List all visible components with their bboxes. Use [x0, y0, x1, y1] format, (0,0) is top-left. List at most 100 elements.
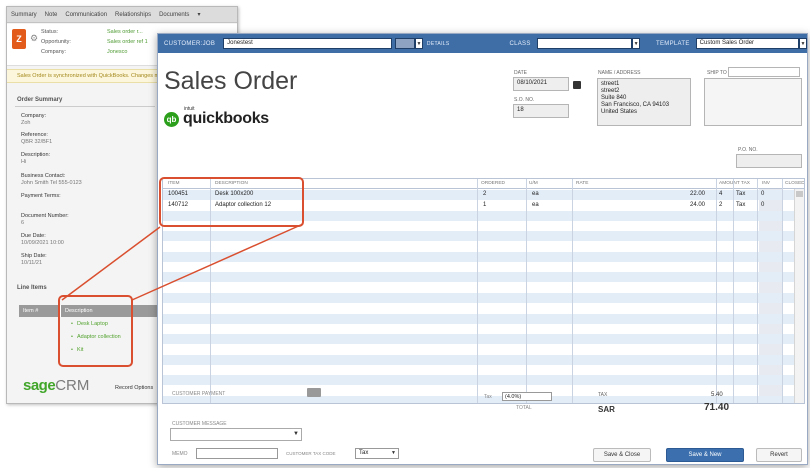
crm-summary-description-label: Description: — [21, 152, 51, 158]
qb-total-caption: TOTAL — [516, 405, 532, 411]
qb-col-um[interactable]: U/M — [529, 181, 538, 186]
qb-col-rate[interactable]: RATE — [576, 181, 588, 186]
crm-company-link[interactable]: Jonesco — [107, 49, 128, 55]
qb-name-address-label: NAME / ADDRESS — [598, 70, 641, 76]
crm-menu-more-icon[interactable]: ▾ — [197, 11, 200, 18]
chevron-down-icon[interactable]: ▼ — [414, 38, 423, 49]
qb-date-label: DATE — [514, 70, 527, 76]
crm-record-options-link[interactable]: Record Options — [115, 385, 153, 391]
qb-po-number-field[interactable] — [736, 154, 802, 168]
qb-grid-divider — [716, 179, 717, 403]
crm-opportunity-link[interactable]: Sales order ref 1 — [107, 39, 148, 45]
qb-customer-message-select[interactable]: ▼ — [170, 428, 302, 441]
gear-icon[interactable]: ⚙ — [30, 33, 38, 44]
qb-cell-count[interactable]: 2 — [719, 202, 722, 208]
qb-customer-job-select[interactable]: Jonestest — [223, 38, 393, 49]
qb-grid-row-stripe[interactable] — [163, 334, 804, 345]
qb-grid-row-stripe[interactable] — [163, 375, 804, 386]
crm-menu-communication[interactable]: Communication — [65, 12, 107, 18]
qb-total-currency: SAR — [598, 405, 615, 414]
qb-grid-row-stripe[interactable] — [163, 242, 804, 252]
crm-line-items-col-item[interactable]: Item # — [19, 305, 61, 317]
qb-tax-item-select[interactable]: (4.0%) — [502, 392, 552, 401]
calendar-icon[interactable] — [573, 81, 581, 89]
crm-summary-contact-label: Business Contact: — [21, 173, 66, 179]
qb-template-label: TEMPLATE — [656, 40, 690, 47]
qb-small-grey-button[interactable] — [307, 388, 321, 397]
save-close-button[interactable]: Save & Close — [593, 448, 651, 462]
quickbooks-sales-order-window: CUSTOMER:JOB Jonestest ▼ DETAILS CLASS ▼… — [157, 33, 808, 465]
crm-status-value: Sales order r... — [107, 29, 143, 35]
qb-grid-divider — [572, 179, 573, 403]
qb-grid-row-stripe[interactable] — [163, 324, 804, 334]
qb-col-amount[interactable]: AMOUNT — [719, 181, 740, 186]
crm-summary-contact-value: John Smith Tel 555-0123 — [21, 180, 82, 186]
qb-cell-tax[interactable]: Tax — [736, 191, 745, 197]
qb-ship-to-select[interactable] — [728, 67, 800, 77]
qb-cell-inv[interactable]: 0 — [761, 202, 764, 208]
qb-customer-lookup-button[interactable] — [395, 38, 415, 49]
chevron-down-icon[interactable]: ▼ — [293, 431, 299, 437]
qb-grid-row-stripe[interactable] — [163, 313, 804, 324]
qb-cell-ordered[interactable]: 2 — [483, 191, 486, 197]
crm-menu-relationships[interactable]: Relationships — [115, 12, 151, 18]
qb-memo-input[interactable] — [196, 448, 278, 459]
qb-cell-um[interactable]: ea — [532, 202, 539, 208]
crm-menu-note[interactable]: Note — [45, 12, 58, 18]
qb-grid-divider — [733, 179, 734, 403]
qb-cell-ordered[interactable]: 1 — [483, 202, 486, 208]
qb-name-address-field[interactable]: street1 street2 Suite 840 San Francisco,… — [597, 78, 691, 126]
qb-grid-row-stripe[interactable] — [163, 293, 804, 303]
revert-button[interactable]: Revert — [756, 448, 802, 462]
crm-summary-description-value: Hi — [21, 159, 27, 165]
qb-col-closed[interactable]: CLOSED — [785, 181, 804, 186]
crm-summary-shipdate-value: 10/11/21 — [21, 260, 43, 266]
qb-grid-row-stripe[interactable] — [163, 231, 804, 242]
qb-grid-row-stripe[interactable] — [163, 365, 804, 375]
qb-tax-code-select[interactable]: Tax ▼ — [355, 448, 399, 459]
qb-address-line: San Francisco, CA 94103 — [601, 102, 670, 108]
crm-opportunity-label: Opportunity: — [41, 39, 71, 45]
qb-grid-row-stripe[interactable] — [163, 354, 804, 365]
qb-cell-tax[interactable]: Tax — [736, 202, 745, 208]
qb-total-amount: 71.40 — [704, 402, 730, 413]
qb-grid-divider — [757, 179, 758, 403]
qb-cell-amount[interactable]: 24.00 — [690, 202, 705, 208]
qb-grid-scrollbar[interactable] — [794, 189, 804, 403]
qb-cell-inv[interactable]: 0 — [761, 191, 764, 197]
qb-cell-um[interactable]: ea — [532, 191, 539, 197]
crm-menubar: Summary Note Communication Relationships… — [7, 7, 237, 23]
qb-date-field[interactable]: 08/10/2021 — [513, 77, 569, 91]
chevron-down-icon[interactable]: ▼ — [799, 38, 807, 49]
crm-menu-summary[interactable]: Summary — [11, 12, 37, 18]
qb-grid-row-stripe[interactable] — [163, 303, 804, 313]
qb-grid-row-stripe[interactable] — [163, 262, 804, 272]
save-new-button[interactable]: Save & New — [666, 448, 744, 462]
crm-summary-company-value: Zoh — [21, 120, 31, 126]
qb-customer-message-label: CUSTOMER MESSAGE — [172, 421, 227, 427]
scrollbar-thumb[interactable] — [796, 191, 803, 197]
qb-address-line: United States — [601, 109, 638, 115]
chevron-down-icon[interactable]: ▼ — [632, 38, 641, 49]
qb-col-tax[interactable]: TAX — [741, 181, 750, 186]
qb-so-number-field[interactable]: 18 — [513, 104, 569, 118]
crm-menu-documents[interactable]: Documents — [159, 12, 189, 18]
qb-class-select[interactable] — [536, 38, 633, 49]
qb-tax-prefix-label: Tax — [484, 394, 492, 400]
qb-grid-row-stripe[interactable] — [163, 345, 804, 355]
qb-grid-row-stripe[interactable] — [163, 251, 804, 262]
crm-summary-title: Order Summary — [17, 97, 63, 103]
qb-ship-to-field[interactable] — [704, 78, 802, 126]
quickbooks-logo-icon: qb — [164, 111, 179, 127]
qb-col-inv[interactable]: INV — [762, 181, 770, 186]
qb-cell-count[interactable]: 4 — [719, 191, 722, 197]
qb-grid-row-stripe[interactable] — [163, 272, 804, 283]
crm-summary-shipdate-label: Ship Date: — [21, 253, 47, 259]
crm-summary-duedate-label: Due Date: — [21, 233, 46, 239]
chevron-down-icon[interactable]: ▼ — [391, 450, 396, 456]
qb-col-ordered[interactable]: ORDERED — [481, 181, 505, 186]
qb-grid-row-stripe[interactable] — [163, 283, 804, 293]
crm-summary-docnum-label: Document Number: — [21, 213, 69, 219]
qb-template-select[interactable]: Custom Sales Order — [695, 38, 800, 49]
qb-cell-amount[interactable]: 22.00 — [690, 191, 705, 197]
